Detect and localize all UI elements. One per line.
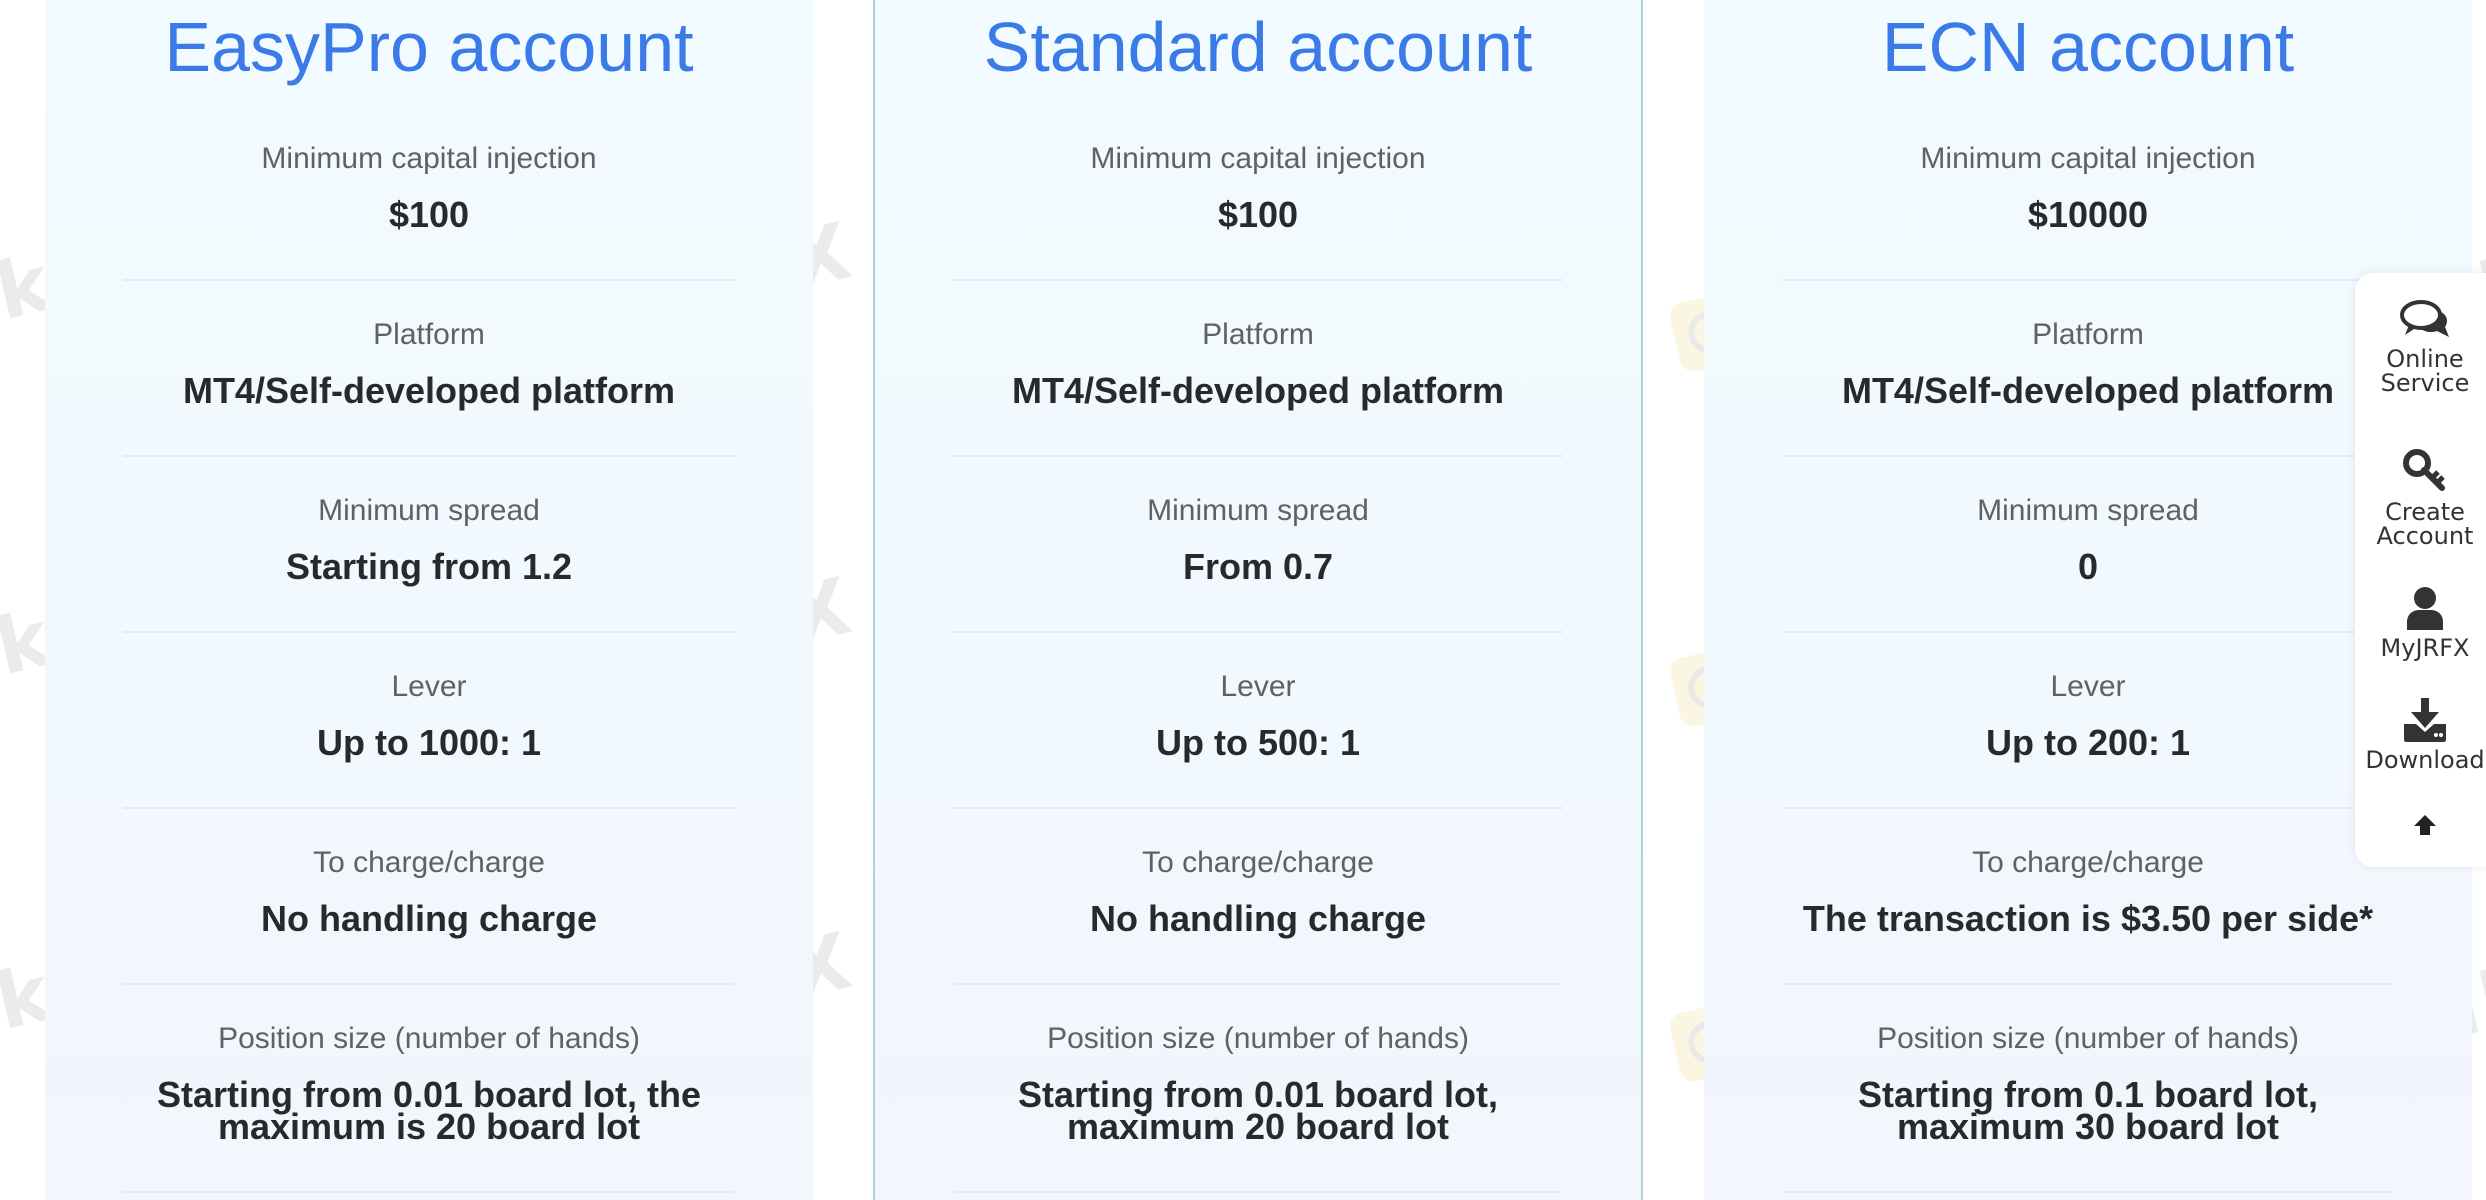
arrow-up-icon: [2414, 815, 2436, 835]
spec-value: 0: [2077, 546, 2099, 587]
spec-row-min-capital: Minimum capital injection $10000: [1704, 105, 2472, 281]
sidebar-item-label: Download: [2365, 746, 2485, 774]
spec-row-charge: To charge/charge No handling charge: [875, 809, 1641, 985]
sidebar-item-label: MyJRFX: [2380, 634, 2470, 662]
spec-label: Minimum spread: [1147, 494, 1369, 527]
spec-value: Starting from 0.01 board lot, the maximu…: [156, 1074, 702, 1147]
sidebar-item-online-service[interactable]: Online Service: [2355, 299, 2486, 395]
spec-row-position-size: Position size (number of hands) Starting …: [875, 985, 1641, 1193]
spec-value: MT4/Self-developed platform: [1841, 370, 2335, 411]
sidebar-item-myjrfx[interactable]: MyJRFX: [2355, 586, 2486, 660]
account-title: EasyPro account: [164, 8, 694, 86]
spec-value: $100: [388, 194, 470, 235]
sidebar-item-label: Service: [2380, 369, 2470, 397]
spec-label: Lever: [391, 670, 467, 703]
spec-label: To charge/charge: [1142, 846, 1374, 879]
spec-label: Platform: [373, 318, 485, 351]
download-icon: [2404, 698, 2446, 742]
row-divider: [1782, 1191, 2394, 1193]
spec-value: No handling charge: [1089, 898, 1427, 939]
spec-row-position-size: Position size (number of hands) Starting …: [1704, 985, 2472, 1193]
spec-label: Minimum capital injection: [261, 142, 597, 175]
spec-value: $100: [1217, 194, 1299, 235]
spec-value: The transaction is $3.50 per side*: [1802, 898, 2374, 939]
spec-value: Up to 500: 1: [1155, 722, 1361, 763]
spec-row-platform: Platform MT4/Self-developed platform: [45, 281, 813, 457]
account-title: Standard account: [983, 8, 1533, 86]
spec-value: No handling charge: [260, 898, 598, 939]
sidebar-item-download[interactable]: Download: [2355, 698, 2486, 772]
chat-bubbles-icon: [2400, 300, 2449, 337]
row-divider: [123, 1191, 735, 1193]
sidebar-item-label: Create: [2385, 498, 2465, 526]
spec-value: Up to 1000: 1: [316, 722, 542, 763]
account-card-easypro: EasyPro account Minimum capital injectio…: [45, 0, 813, 1200]
spec-row-lever: Lever Up to 1000: 1: [45, 633, 813, 809]
spec-value: Up to 200: 1: [1985, 722, 2191, 763]
user-icon: [2407, 587, 2443, 630]
key-icon: [2403, 449, 2445, 491]
spec-value: Starting from 1.2: [285, 546, 573, 587]
spec-row-min-capital: Minimum capital injection $100: [875, 105, 1641, 281]
sidebar-item-label: Online: [2386, 345, 2464, 373]
spec-label: Minimum spread: [318, 494, 540, 527]
spec-row-min-spread: Minimum spread Starting from 1.2: [45, 457, 813, 633]
spec-label: Position size (number of hands): [218, 1022, 640, 1055]
account-card-standard: Standard account Minimum capital injecti…: [873, 0, 1643, 1200]
row-divider: [953, 1191, 1563, 1193]
spec-row-lever: Lever Up to 500: 1: [875, 633, 1641, 809]
spec-value: Starting from 0.1 board lot, maximum 30 …: [1857, 1074, 2319, 1147]
sidebar-item-create-account[interactable]: Create Account: [2355, 448, 2486, 548]
spec-label: Platform: [1202, 318, 1314, 351]
spec-value: Starting from 0.01 board lot, maximum 20…: [1017, 1074, 1499, 1147]
spec-value: $10000: [2027, 194, 2149, 235]
spec-value: MT4/Self-developed platform: [182, 370, 676, 411]
floating-sidebar: Online Service Create Account MyJRFX Dow…: [2355, 273, 2486, 867]
spec-label: Lever: [1220, 670, 1296, 703]
spec-label: Position size (number of hands): [1047, 1022, 1469, 1055]
spec-row-min-capital: Minimum capital injection $100: [45, 105, 813, 281]
spec-label: Minimum capital injection: [1920, 142, 2256, 175]
spec-value: From 0.7: [1182, 546, 1334, 587]
spec-label: Minimum capital injection: [1090, 142, 1426, 175]
spec-row-position-size: Position size (number of hands) Starting …: [45, 985, 813, 1193]
spec-label: To charge/charge: [313, 846, 545, 879]
back-to-top-button[interactable]: [2355, 813, 2486, 843]
spec-value: MT4/Self-developed platform: [1011, 370, 1505, 411]
spec-label: Position size (number of hands): [1877, 1022, 2299, 1055]
sidebar-item-label: Account: [2376, 522, 2474, 550]
account-title: ECN account: [1881, 8, 2295, 86]
spec-row-min-spread: Minimum spread From 0.7: [875, 457, 1641, 633]
spec-row-platform: Platform MT4/Self-developed platform: [875, 281, 1641, 457]
spec-row-charge: To charge/charge No handling charge: [45, 809, 813, 985]
